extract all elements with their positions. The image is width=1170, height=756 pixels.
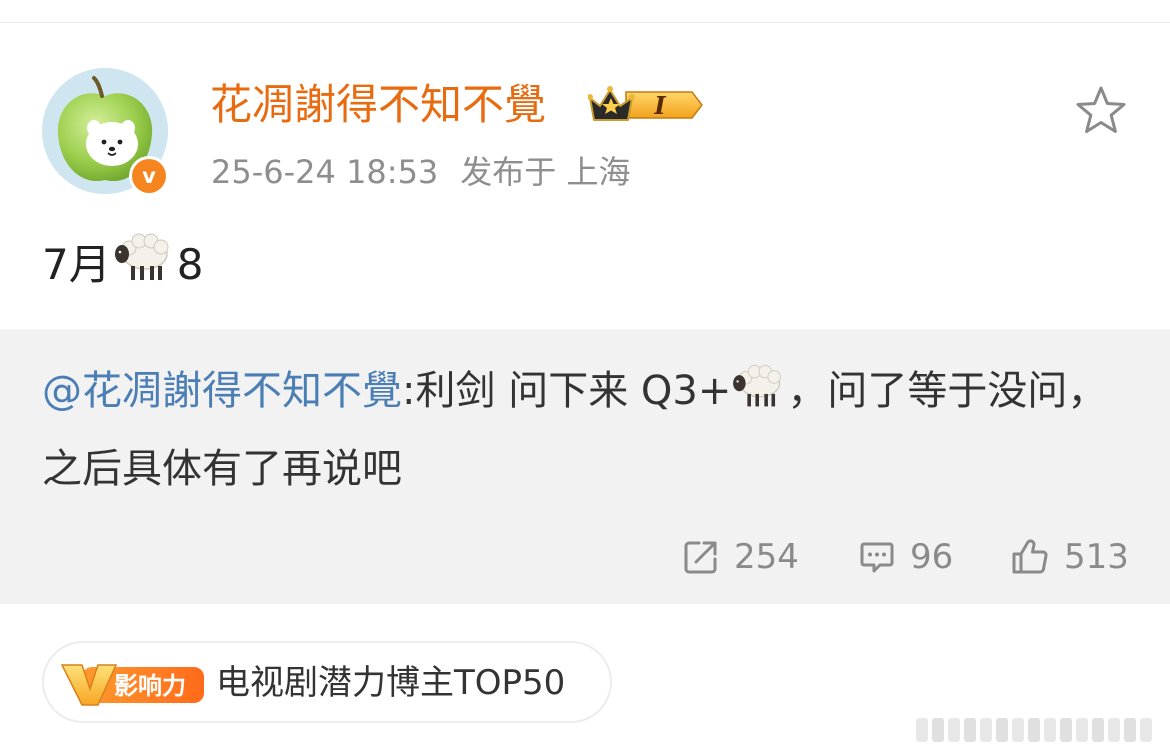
influence-badge: 影响力 xyxy=(60,661,206,711)
post-text-part: 8 xyxy=(176,239,204,289)
mention-link[interactable]: @花凋謝得不知不覺 xyxy=(42,368,402,414)
thumbs-up-icon xyxy=(1012,539,1048,574)
weibo-post-page: v 花凋謝得不知不覺 I 25-6-24 18:53 发布于 上海 7月 8 @… xyxy=(0,0,1170,756)
influence-tag[interactable]: 影响力 电视剧潜力博主TOP50 xyxy=(42,641,612,723)
comment-count: 96 xyxy=(910,537,954,577)
svg-text:I: I xyxy=(653,91,666,120)
comment-button[interactable]: 96 xyxy=(858,529,953,585)
share-button[interactable]: 254 xyxy=(682,529,799,585)
post-meta: 25-6-24 18:53 发布于 上海 xyxy=(211,150,630,194)
sheep-emoji-icon xyxy=(731,360,787,433)
svg-text:影响力: 影响力 xyxy=(114,672,186,700)
scroll-indicator xyxy=(916,718,1152,742)
repost-box[interactable]: @花凋謝得不知不覺:利剑 问下来 Q3+ ，问了等于没问，之后具体有了再说吧 2… xyxy=(0,329,1170,604)
crown-icon: I xyxy=(587,86,703,121)
repost-text-part: :利剑 问下来 Q3+ xyxy=(402,368,732,414)
influence-v-icon: 影响力 xyxy=(60,664,204,706)
influence-tag-label: 电视剧潜力博主TOP50 xyxy=(216,663,566,703)
sheep-emoji-icon xyxy=(113,228,175,301)
post-timestamp: 25-6-24 18:53 xyxy=(211,153,439,191)
share-count: 254 xyxy=(734,537,799,577)
share-icon xyxy=(684,541,717,574)
author-name[interactable]: 花凋謝得不知不覺 xyxy=(210,76,546,134)
verified-badge: v xyxy=(129,156,169,196)
post-body: 7月 8 xyxy=(42,228,203,301)
post-location: 发布于 上海 xyxy=(460,153,631,191)
star-icon xyxy=(1076,86,1126,133)
like-button[interactable]: 513 xyxy=(1010,529,1129,585)
verified-v-icon: v xyxy=(132,159,166,193)
crown-member-badge[interactable]: I xyxy=(587,84,706,130)
like-count: 513 xyxy=(1064,537,1129,577)
repost-body: @花凋謝得不知不覺:利剑 问下来 Q3+ ，问了等于没问，之后具体有了再说吧 xyxy=(42,355,1132,505)
top-divider xyxy=(0,22,1170,23)
favorite-star-button[interactable] xyxy=(1074,84,1128,138)
action-bar: 254 96 513 xyxy=(0,529,1170,585)
post-text-part: 7月 xyxy=(42,239,111,289)
comment-icon xyxy=(860,542,894,573)
